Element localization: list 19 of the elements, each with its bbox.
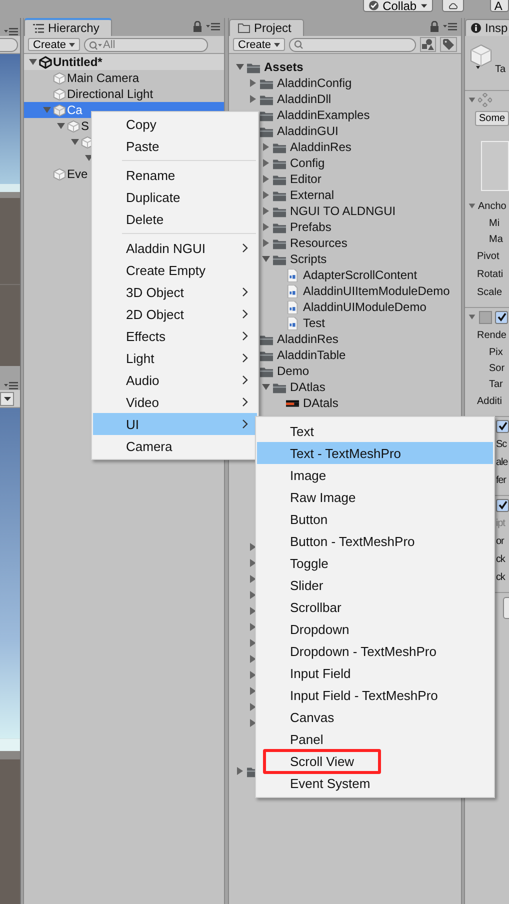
field-label: Scale <box>477 286 502 298</box>
field-label: or <box>496 536 504 546</box>
field-label: Ta <box>495 64 506 75</box>
field-label: Tar <box>489 378 503 390</box>
field-label: ale <box>496 456 508 468</box>
field-label: Mi <box>489 218 500 228</box>
field-label: Pix <box>489 346 503 358</box>
field-label: ipt <box>496 518 505 528</box>
field-label: Ma <box>489 234 503 244</box>
field-label: Additi <box>477 396 502 406</box>
field-label: ck <box>496 572 505 582</box>
field-label: Pivot <box>477 250 500 262</box>
field-label: Rotati <box>477 268 504 280</box>
field-label: ck <box>496 554 505 564</box>
field-label: fer <box>496 474 506 486</box>
field-label: Rende <box>477 330 506 340</box>
field-label: Ancho <box>478 200 506 212</box>
field-label: Sc <box>496 438 506 450</box>
field-label: Sor <box>489 362 505 374</box>
